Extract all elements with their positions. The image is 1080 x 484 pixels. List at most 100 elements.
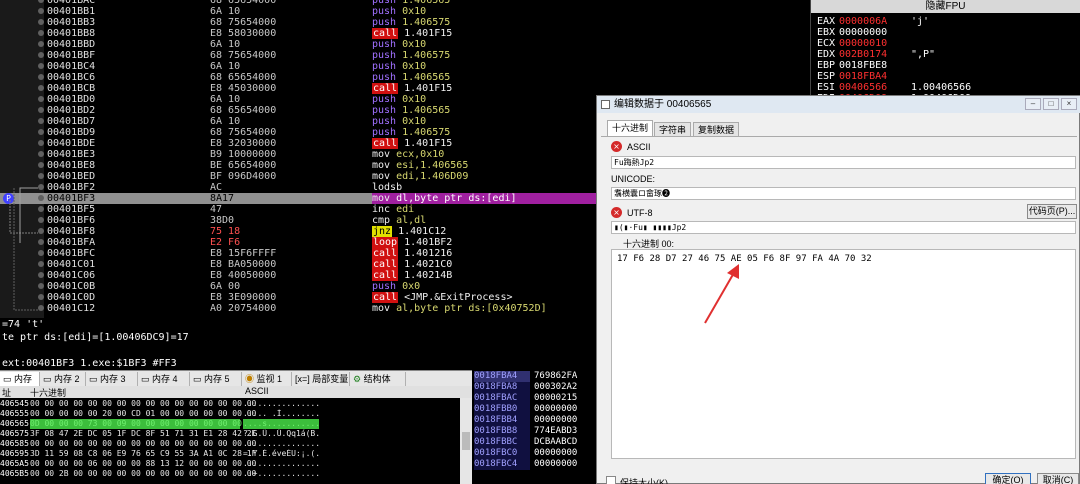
tab-watch-1[interactable]: ◉ 监视 1 bbox=[242, 372, 292, 386]
disasm-opcode: call bbox=[372, 259, 399, 270]
register-row[interactable]: ESI 00406566 1.00406566 bbox=[817, 82, 971, 93]
disasm-opcode: mov bbox=[372, 149, 391, 160]
register-value: 0018FBA4 bbox=[839, 71, 888, 82]
disasm-bytes: 6A 10 bbox=[210, 39, 241, 50]
disasm-opcode: cmp bbox=[372, 215, 391, 226]
tab-memory-3[interactable]: ▭ 内存 3 bbox=[86, 372, 138, 386]
disasm-operand: 0x10 bbox=[402, 6, 427, 17]
disasm-row[interactable]: 00401BBF 68 75654000 push 1.406575 bbox=[0, 50, 810, 61]
register-row[interactable]: ESP 0018FBA4 bbox=[817, 71, 911, 82]
tab-memory-4[interactable]: ▭ 内存 4 bbox=[138, 372, 190, 386]
disasm-address: 00401BD7 bbox=[47, 116, 96, 127]
col-hex[interactable]: 十六进制 bbox=[30, 386, 66, 399]
hex-address: 406585 bbox=[0, 439, 29, 448]
tab-hex[interactable]: 十六进制 bbox=[607, 120, 654, 136]
register-row[interactable]: EBX 00000000 bbox=[817, 27, 911, 38]
register-value: 00000010 bbox=[839, 38, 888, 49]
stack-view[interactable]: 0018FBA4 769862FA 0018FBA8 000302A2 0018FBAC… bbox=[472, 370, 600, 484]
disasm-opcode: push bbox=[372, 6, 397, 17]
disasm-bytes: 6A 10 bbox=[210, 61, 241, 72]
disasm-bytes: 6A 00 bbox=[210, 281, 241, 292]
minimize-button[interactable]: – bbox=[1025, 98, 1041, 110]
hex-bytes: 00 00 00 00 00 00 00 00 00 00 00 00 00 0… bbox=[30, 439, 257, 448]
register-row[interactable]: EBP 0018FBE8 bbox=[817, 60, 911, 71]
keep-size-checkbox[interactable] bbox=[606, 476, 616, 484]
disasm-operand: 1.406575 bbox=[402, 50, 451, 61]
hex-address: 4065A5 bbox=[0, 459, 29, 468]
disasm-opcode: call bbox=[372, 138, 399, 149]
hex-ascii: ................ bbox=[243, 459, 319, 468]
hex-scroll-thumb[interactable] bbox=[462, 432, 470, 450]
disasm-bytes: 68 65654000 bbox=[210, 105, 277, 116]
hex-edit-area[interactable]: 17 F6 28 D7 27 46 75 AE 05 F6 8F 97 FA 4… bbox=[611, 249, 1076, 459]
disasm-row[interactable]: 00401BB8 E8 58030000 call 1.401F15 bbox=[0, 28, 810, 39]
tab-locals[interactable]: [x=] 局部变量 bbox=[292, 372, 350, 386]
hex-ascii: =.Y.È.éveÉU:¡.(. bbox=[243, 449, 319, 458]
hex-address: 406545 bbox=[0, 399, 29, 408]
disasm-row[interactable]: 00401BB1 6A 10 push 0x10 bbox=[0, 6, 810, 17]
disasm-operand: 1.40214B bbox=[404, 270, 453, 281]
disasm-address: 00401BF6 bbox=[47, 215, 96, 226]
register-row[interactable]: ECX 00000010 bbox=[817, 38, 911, 49]
close-button[interactable]: × bbox=[1061, 98, 1077, 110]
ascii-field[interactable]: Fu踇熱Jp2 bbox=[611, 156, 1076, 169]
disasm-row[interactable]: 00401BC4 6A 10 push 0x10 bbox=[0, 61, 810, 72]
register-panel[interactable]: 隐藏FPU EAX 0000006A'j' EBX 00000000 ECX 000000… bbox=[810, 0, 1080, 104]
memory-icon: ▭ bbox=[43, 374, 52, 384]
tab-string[interactable]: 字符串 bbox=[654, 122, 692, 136]
disasm-bytes: A0 20754000 bbox=[210, 303, 277, 314]
disasm-instruction: loop 1.401BF2 bbox=[372, 237, 452, 248]
hex-scrollbar[interactable] bbox=[460, 398, 472, 484]
tab-memory-2[interactable]: ▭ 内存 2 bbox=[40, 372, 86, 386]
col-ascii[interactable]: ASCII bbox=[245, 386, 269, 396]
disasm-bytes: 68 75654000 bbox=[210, 17, 277, 28]
disasm-address: 00401BB8 bbox=[47, 28, 96, 39]
fpu-toggle[interactable]: 隐藏FPU bbox=[811, 0, 1080, 13]
disasm-instruction: call 1.401F15 bbox=[372, 83, 452, 94]
disasm-row[interactable]: 00401BC6 68 65654000 push 1.406565 bbox=[0, 72, 810, 83]
disasm-operand: 1.401BF2 bbox=[404, 237, 453, 248]
stack-address: 0018FBA4 bbox=[474, 371, 530, 382]
col-address[interactable]: 址 bbox=[2, 386, 11, 399]
unicode-label: UNICODE: bbox=[611, 174, 656, 184]
maximize-button[interactable]: □ bbox=[1043, 98, 1059, 110]
tab-memory-1[interactable]: ▭ 内存 1 bbox=[0, 372, 40, 398]
stack-address: 0018FBB4 bbox=[474, 415, 530, 426]
tab-copy-data[interactable]: 复制数据 bbox=[693, 122, 740, 136]
disasm-bytes: 68 75654000 bbox=[210, 127, 277, 138]
disasm-opcode: push bbox=[372, 39, 397, 50]
cancel-button[interactable]: 取消(C) bbox=[1037, 473, 1079, 484]
info-line-1: =74 't' bbox=[2, 319, 45, 330]
dialog-titlebar[interactable]: 编辑数据于 00406565 – □ × bbox=[597, 96, 1080, 113]
codepage-button[interactable]: 代码页(P)... bbox=[1027, 204, 1077, 219]
tab-memory-5[interactable]: ▭ 内存 5 bbox=[190, 372, 242, 386]
disasm-opcode: push bbox=[372, 116, 397, 127]
memory-tabs: ▭ 内存 1 ▭ 内存 2 ▭ 内存 3 ▭ 内存 4 ▭ 内存 5 ◉ 监视 … bbox=[0, 370, 472, 398]
stack-value: 00000215 bbox=[534, 393, 578, 403]
hex-ascii: ?.G.Ü..Ü.Qq1á(B. bbox=[243, 429, 319, 438]
disasm-row[interactable]: 00401BB3 68 75654000 push 1.406575 bbox=[0, 17, 810, 28]
disasm-address: 00401BE3 bbox=[47, 149, 96, 160]
disasm-operand: 1.406575 bbox=[402, 17, 451, 28]
disasm-operand: 1.401F15 bbox=[404, 83, 453, 94]
disasm-instruction: mov al,byte ptr ds:[0x40752D] bbox=[372, 303, 547, 314]
tab-divider bbox=[601, 136, 1077, 137]
hex-dump[interactable]: 址 十六进制 ASCII 406545 00 00 00 00 00 00 00 … bbox=[0, 386, 472, 484]
hex-ascii: ....s........... bbox=[243, 419, 319, 429]
utf8-field[interactable]: ▮(▮·Fu▮ ▮▮▮▮Jp2 bbox=[611, 221, 1076, 234]
register-row[interactable]: EDX 002B0174 ",P" bbox=[817, 49, 935, 60]
disasm-address: 00401BFA bbox=[47, 237, 96, 248]
disasm-row[interactable]: 00401BCB E8 45030000 call 1.401F15 bbox=[0, 83, 810, 94]
unicode-field[interactable]: 翥横囊ロ畲琢❷ bbox=[611, 187, 1076, 200]
tab-struct[interactable]: ⚙ 结构体 bbox=[350, 372, 406, 386]
disasm-address: 00401BBF bbox=[47, 50, 96, 61]
watch-icon: ◉ bbox=[245, 374, 255, 384]
disasm-instruction: push 0x10 bbox=[372, 116, 426, 127]
disasm-opcode: push bbox=[372, 105, 397, 116]
register-row[interactable]: EAX 0000006A 'j' bbox=[817, 16, 929, 27]
disasm-row[interactable]: 00401BBD 6A 10 push 0x10 bbox=[0, 39, 810, 50]
disasm-operand: 0x10 bbox=[402, 39, 427, 50]
disasm-address: 00401BF5 bbox=[47, 204, 96, 215]
disasm-operand: al,byte ptr ds:[0x40752D] bbox=[396, 303, 547, 314]
ok-button[interactable]: 确定(O) bbox=[985, 473, 1031, 484]
